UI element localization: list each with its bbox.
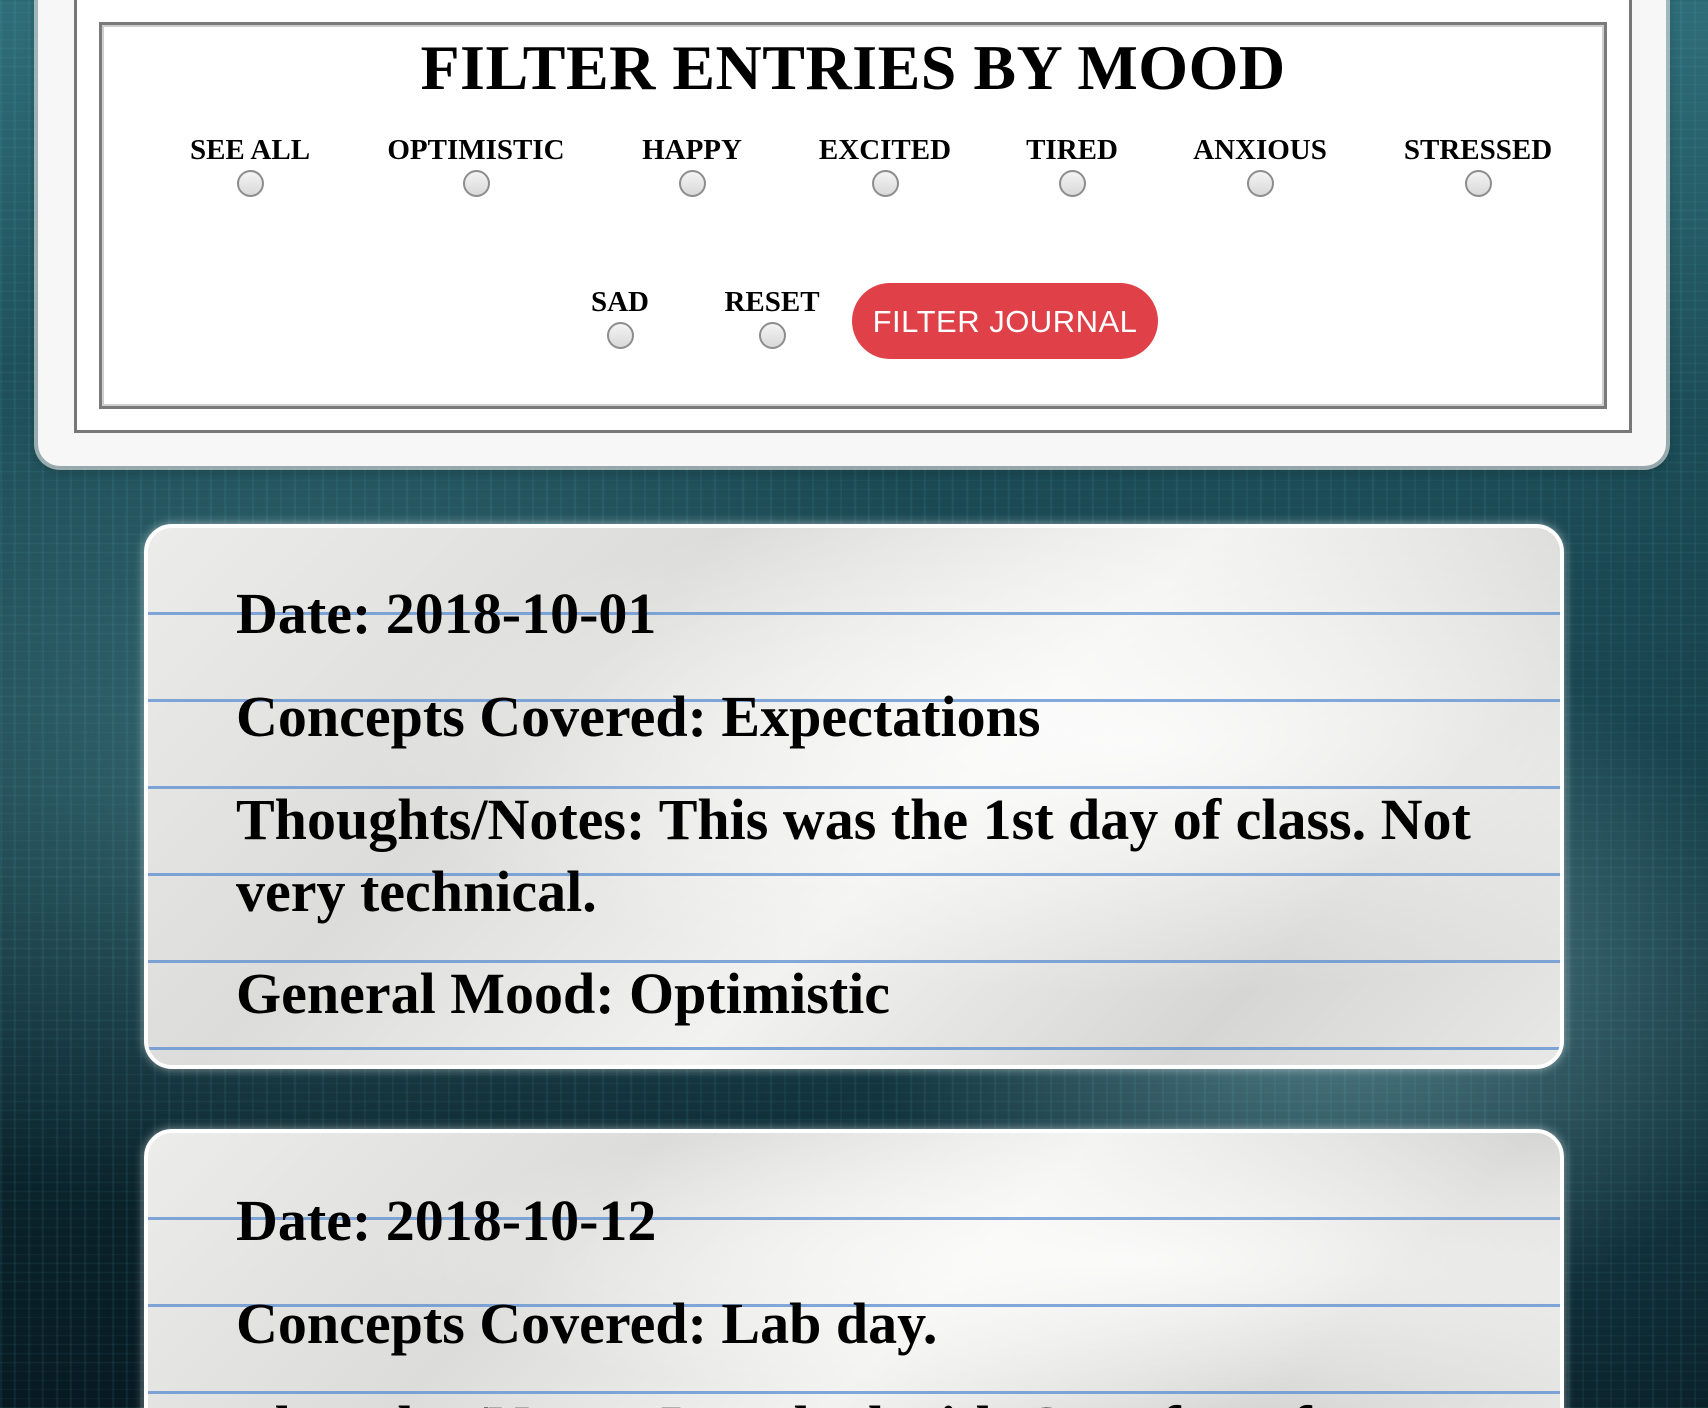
entry-notes: Thoughts/Notes: I worked with Greg for a… bbox=[236, 1391, 1486, 1408]
mood-option-label: STRESSED bbox=[1403, 134, 1553, 166]
mood-option-excited[interactable]: EXCITED bbox=[785, 133, 985, 202]
journal-entry-card: Date: 2018-10-12 Concepts Covered: Lab d… bbox=[144, 1129, 1564, 1408]
entry-notes: Thoughts/Notes: This was the 1st day of … bbox=[236, 787, 1471, 924]
entry-concepts: Concepts Covered: Expectations bbox=[236, 684, 1041, 749]
entry-mood: General Mood: Optimistic bbox=[236, 961, 891, 1026]
radio-button[interactable] bbox=[678, 170, 706, 197]
mood-option-reset[interactable]: RESET bbox=[672, 285, 872, 354]
radio-button[interactable] bbox=[236, 170, 264, 197]
background-code-texture bbox=[0, 0, 30, 1408]
mood-option-label: SEE ALL bbox=[189, 134, 311, 166]
journal-entry-card: Date: 2018-10-01 Concepts Covered: Expec… bbox=[144, 524, 1564, 1069]
entry-date: Date: 2018-10-12 bbox=[236, 1188, 657, 1253]
mood-option-tired[interactable]: TIRED bbox=[972, 133, 1172, 202]
radio-button[interactable] bbox=[871, 170, 899, 197]
filter-panel: FILTER ENTRIES BY MOOD SEE ALL OPTIMISTI… bbox=[38, 0, 1666, 466]
radio-button[interactable] bbox=[1464, 170, 1492, 197]
entry-concepts: Concepts Covered: Lab day. bbox=[236, 1291, 938, 1356]
mood-option-label: TIRED bbox=[1026, 134, 1118, 166]
radio-button[interactable] bbox=[758, 322, 786, 349]
filter-title: FILTER ENTRIES BY MOOD bbox=[420, 32, 1286, 103]
filter-journal-button[interactable]: FILTER JOURNAL bbox=[852, 283, 1158, 359]
entry-date: Date: 2018-10-01 bbox=[236, 581, 657, 646]
mood-option-happy[interactable]: HAPPY bbox=[592, 133, 792, 202]
filter-panel-frame: FILTER ENTRIES BY MOOD SEE ALL OPTIMISTI… bbox=[74, 0, 1632, 433]
filter-form: FILTER ENTRIES BY MOOD SEE ALL OPTIMISTI… bbox=[99, 22, 1607, 409]
radio-button[interactable] bbox=[606, 322, 634, 349]
mood-option-optimistic[interactable]: OPTIMISTIC bbox=[376, 133, 576, 202]
radio-button[interactable] bbox=[462, 170, 490, 197]
mood-option-label: EXCITED bbox=[818, 134, 952, 166]
mood-option-label: ANXIOUS bbox=[1193, 134, 1327, 166]
mood-option-anxious[interactable]: ANXIOUS bbox=[1160, 133, 1360, 202]
mood-option-label: RESET bbox=[724, 286, 820, 318]
radio-button[interactable] bbox=[1246, 170, 1274, 197]
mood-option-stressed[interactable]: STRESSED bbox=[1378, 133, 1578, 202]
mood-option-see-all[interactable]: SEE ALL bbox=[150, 133, 350, 202]
mood-option-label: OPTIMISTIC bbox=[387, 134, 565, 166]
mood-option-label: HAPPY bbox=[642, 134, 742, 166]
radio-button[interactable] bbox=[1058, 170, 1086, 197]
